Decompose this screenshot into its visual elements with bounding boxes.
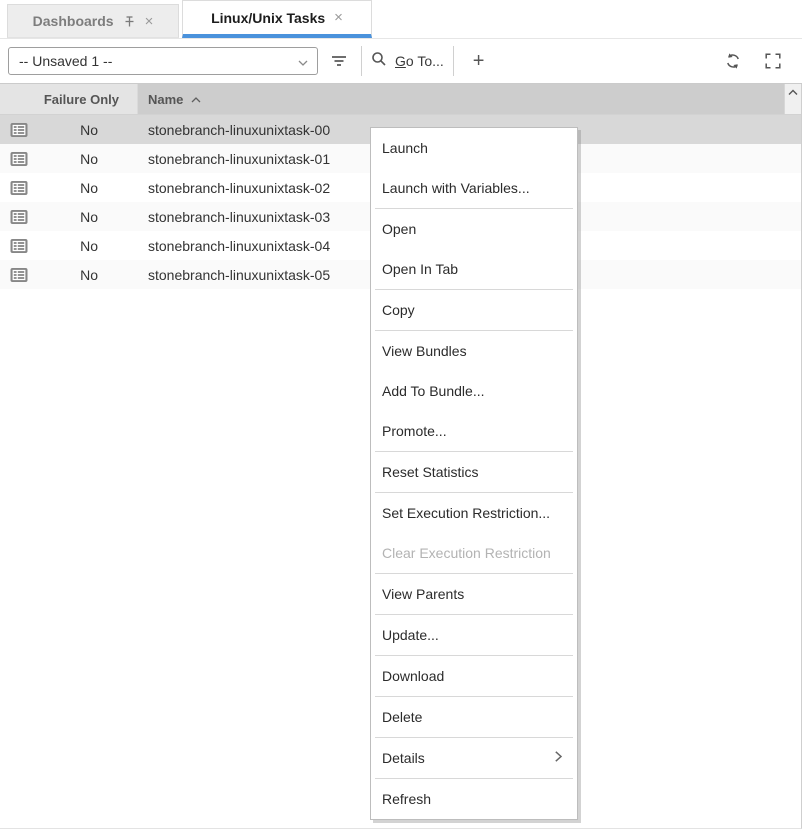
- menu-item-update[interactable]: Update...: [375, 615, 573, 655]
- menu-item-open-in-tab[interactable]: Open In Tab: [375, 249, 573, 289]
- chevron-down-icon: [298, 53, 308, 69]
- column-header-name[interactable]: Name: [138, 84, 784, 114]
- task-details-icon[interactable]: [10, 122, 28, 137]
- menu-item-open[interactable]: Open: [375, 209, 573, 249]
- menu-item-download[interactable]: Download: [375, 656, 573, 696]
- search-icon: [371, 51, 387, 72]
- filter-icon[interactable]: [326, 47, 352, 75]
- submenu-chevron-right-icon: [554, 738, 563, 778]
- go-to-label: Go To...: [395, 53, 444, 69]
- refresh-icon[interactable]: [720, 47, 746, 75]
- close-icon[interactable]: ×: [145, 14, 154, 29]
- menu-item-launch-with-variables[interactable]: Launch with Variables...: [375, 168, 573, 208]
- failure-only-value: No: [80, 267, 98, 283]
- task-details-icon[interactable]: [10, 180, 28, 195]
- task-name: stonebranch-linuxunixtask-02: [148, 180, 330, 196]
- task-details-icon[interactable]: [10, 238, 28, 253]
- task-name: stonebranch-linuxunixtask-04: [148, 238, 330, 254]
- tab-label: Linux/Unix Tasks: [211, 10, 325, 26]
- tab-label: Dashboards: [33, 13, 114, 29]
- task-name: stonebranch-linuxunixtask-01: [148, 151, 330, 167]
- saved-view-value: -- Unsaved 1 --: [19, 53, 112, 69]
- menu-item-reset-statistics[interactable]: Reset Statistics: [375, 452, 573, 492]
- go-to-button[interactable]: Go To...: [371, 51, 444, 72]
- menu-item-promote[interactable]: Promote...: [375, 411, 573, 451]
- column-header-failure-only[interactable]: Failure Only: [0, 84, 138, 114]
- menu-item-clear-execution-restriction: Clear Execution Restriction: [375, 533, 573, 573]
- menu-item-view-parents[interactable]: View Parents: [375, 574, 573, 614]
- pin-icon[interactable]: [123, 15, 136, 28]
- failure-only-value: No: [80, 209, 98, 225]
- menu-item-launch[interactable]: Launch: [375, 128, 573, 168]
- context-menu: Launch Launch with Variables... Open Ope…: [370, 127, 578, 820]
- menu-item-refresh[interactable]: Refresh: [375, 779, 573, 819]
- menu-item-view-bundles[interactable]: View Bundles: [375, 331, 573, 371]
- grid-header: Failure Only Name: [0, 84, 801, 115]
- saved-view-select[interactable]: -- Unsaved 1 --: [8, 47, 318, 75]
- toolbar-separator: [361, 46, 362, 76]
- menu-item-delete[interactable]: Delete: [375, 697, 573, 737]
- failure-only-value: No: [80, 238, 98, 254]
- close-icon[interactable]: ×: [334, 10, 343, 25]
- tab-bar: Dashboards × Linux/Unix Tasks ×: [0, 0, 802, 38]
- sort-ascending-icon: [190, 92, 202, 107]
- menu-item-set-execution-restriction[interactable]: Set Execution Restriction...: [375, 493, 573, 533]
- task-name: stonebranch-linuxunixtask-00: [148, 122, 330, 138]
- failure-only-value: No: [80, 180, 98, 196]
- tab-dashboards[interactable]: Dashboards ×: [7, 4, 179, 38]
- scrollbar-up-button[interactable]: [784, 84, 801, 114]
- menu-item-copy[interactable]: Copy: [375, 290, 573, 330]
- menu-item-details[interactable]: Details: [375, 738, 573, 778]
- toolbar-separator: [453, 46, 454, 76]
- menu-item-add-to-bundle[interactable]: Add To Bundle...: [375, 371, 573, 411]
- task-name: stonebranch-linuxunixtask-05: [148, 267, 330, 283]
- tab-linux-unix-tasks[interactable]: Linux/Unix Tasks ×: [182, 0, 372, 38]
- failure-only-value: No: [80, 122, 98, 138]
- task-details-icon[interactable]: [10, 267, 28, 282]
- task-details-icon[interactable]: [10, 209, 28, 224]
- task-details-icon[interactable]: [10, 151, 28, 166]
- failure-only-value: No: [80, 151, 98, 167]
- app-window: Dashboards × Linux/Unix Tasks × -- Unsav…: [0, 0, 802, 829]
- add-tab-button[interactable]: +: [463, 51, 495, 71]
- toolbar: -- Unsaved 1 -- Go To... +: [0, 38, 802, 84]
- task-name: stonebranch-linuxunixtask-03: [148, 209, 330, 225]
- fullscreen-icon[interactable]: [760, 47, 786, 75]
